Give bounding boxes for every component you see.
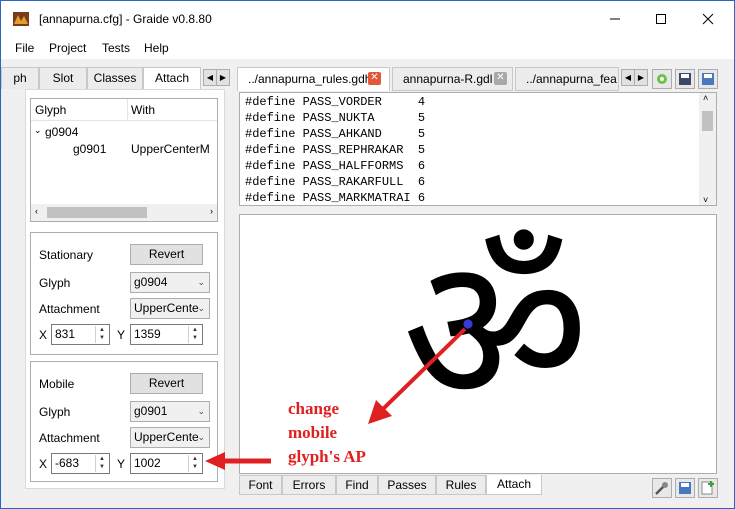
stationary-x-label: X [39,328,48,342]
file-tab-scroll-right-icon[interactable]: ▶ [634,69,648,86]
close-tab-icon[interactable]: ✕ [368,72,381,85]
attach-tree[interactable]: Glyph With ⌄ g0904 g0901 UpperCenterM ‹ … [30,98,218,222]
tab-passes[interactable]: Passes [378,475,436,495]
stationary-y-stepper[interactable]: 1359 ▲ ▼ [130,324,203,345]
file-tab-fea[interactable]: ../annapurna_fea [515,67,619,91]
menu-project[interactable]: Project [49,41,86,55]
maximize-icon [656,14,666,24]
graide-app-icon [13,12,29,26]
close-icon [702,13,714,25]
stationary-attachment-select[interactable]: UpperCente ⌄ [130,298,210,319]
tree-header-glyph: Glyph [35,103,67,117]
run-icon[interactable] [652,69,672,89]
scroll-up-icon[interactable]: ˄ [703,93,708,103]
annotation-arrow-left [205,452,271,470]
scroll-thumb[interactable] [702,111,713,131]
code-line: #define PASS_RAKARFULL 6 [245,175,426,189]
chevron-down-icon: ⌄ [197,303,205,313]
close-tab-icon[interactable]: ✕ [494,72,507,85]
scroll-thumb[interactable] [47,207,147,218]
save-icon[interactable] [675,69,695,89]
stepper-arrows-icon: ▲ ▼ [95,326,108,343]
mobile-title: Mobile [39,377,75,391]
stepper-arrows-icon: ▲ ▼ [188,455,201,472]
tab-font[interactable]: Font [239,475,282,495]
app-window: [annapurna.cfg] - Graide v0.8.80 File Pr… [0,0,735,509]
left-tab-bar: ph Slot Classes Attach ◀ ▶ [1,67,230,90]
scroll-right-icon[interactable]: › [210,206,213,216]
scroll-down-icon[interactable]: ˅ [703,195,708,205]
menu-tests[interactable]: Tests [102,41,130,55]
tab-glyph[interactable]: ph [1,67,39,89]
mobile-y-label: Y [117,457,126,471]
annotation-text: change mobile glyph's AP [288,399,366,466]
attachment-point-icon[interactable] [462,318,474,330]
tab-rules[interactable]: Rules [436,475,486,495]
tab-classes[interactable]: Classes [87,67,143,89]
minimize-button[interactable] [592,1,638,37]
mobile-y-stepper[interactable]: 1002 ▲ ▼ [130,453,203,474]
glyph-canvas[interactable]: ॐ change mobile glyph's AP [239,214,717,474]
tab-attach[interactable]: Attach [143,67,201,90]
chevron-down-icon: ⌄ [197,277,205,287]
stationary-x-stepper[interactable]: 831 ▲ ▼ [51,324,110,345]
tab-scroll-left-icon[interactable]: ◀ [203,69,217,86]
tab-scroll-right-icon[interactable]: ▶ [216,69,230,86]
close-button[interactable] [685,1,731,37]
window-title: [annapurna.cfg] - Graide v0.8.80 [39,12,212,26]
mobile-attachment-label: Attachment [39,431,100,445]
mobile-attachment-select[interactable]: UpperCente ⌄ [130,427,210,448]
stationary-revert-button[interactable]: Revert [130,244,203,265]
tree-header: Glyph With [31,99,217,121]
tree-child-glyph[interactable]: g0901 [73,142,106,156]
mobile-x-stepper[interactable]: -683 ▲ ▼ [51,453,110,474]
file-tab-scroll-left-icon[interactable]: ◀ [621,69,635,86]
code-line: #define PASS_NUKTA 5 [245,111,426,125]
code-line: #define PASS_REPHRAKAR 5 [245,143,426,157]
maximize-button[interactable] [638,1,684,37]
mobile-x-label: X [39,457,48,471]
mobile-glyph-select[interactable]: g0901 ⌄ [130,401,210,422]
mobile-revert-button[interactable]: Revert [130,373,203,394]
stationary-title: Stationary [39,248,94,262]
tree-row-glyph[interactable]: g0904 [45,125,78,139]
save-bottom-icon[interactable] [675,478,695,498]
code-line: #define PASS_VORDER 4 [245,95,426,109]
menu-bar: File Project Tests Help [1,37,734,59]
attach-panel: Glyph With ⌄ g0904 g0901 UpperCenterM ‹ … [25,89,225,489]
tab-slot[interactable]: Slot [39,67,87,89]
stationary-glyph-label: Glyph [39,276,71,290]
stationary-glyph-select[interactable]: g0904 ⌄ [130,272,210,293]
tree-child-with[interactable]: UpperCenterM [131,142,210,156]
minimize-icon [610,18,620,20]
add-icon[interactable] [698,478,718,498]
save-as-icon[interactable] [698,69,718,89]
tree-horizontal-scrollbar[interactable]: ‹ › [31,204,217,221]
stationary-attachment-label: Attachment [39,302,100,316]
tools-icon[interactable] [652,478,672,498]
tab-errors[interactable]: Errors [282,475,336,495]
chevron-down-icon: ⌄ [197,432,205,442]
code-line: #define PASS_HALFFORMS 6 [245,159,426,173]
menu-file[interactable]: File [15,41,34,55]
code-line: #define PASS_AHKAND 5 [245,127,426,141]
menu-help[interactable]: Help [144,41,169,55]
mobile-glyph-label: Glyph [39,405,71,419]
stationary-group: Stationary Revert Glyph g0904 ⌄ Attachmen… [30,232,218,355]
chevron-down-icon: ⌄ [197,406,205,416]
scroll-left-icon[interactable]: ‹ [35,206,38,216]
mobile-group: Mobile Revert Glyph g0901 ⌄ Attachment Up… [30,361,218,482]
title-bar: [annapurna.cfg] - Graide v0.8.80 [1,1,734,37]
tab-attach-bottom[interactable]: Attach [486,475,542,495]
code-editor[interactable]: #define PASS_VORDER 4 #define PASS_NUKTA… [239,92,717,206]
stepper-arrows-icon: ▲ ▼ [95,455,108,472]
tab-find[interactable]: Find [336,475,378,495]
code-line: #define PASS_MARKMATRAI 6 [245,191,426,205]
stationary-y-label: Y [117,328,126,342]
expand-chevron-icon[interactable]: ⌄ [34,125,42,136]
tree-header-with: With [131,103,155,117]
code-vertical-scrollbar[interactable]: ˄ ˅ [699,93,716,205]
stepper-arrows-icon: ▲ ▼ [188,326,201,343]
